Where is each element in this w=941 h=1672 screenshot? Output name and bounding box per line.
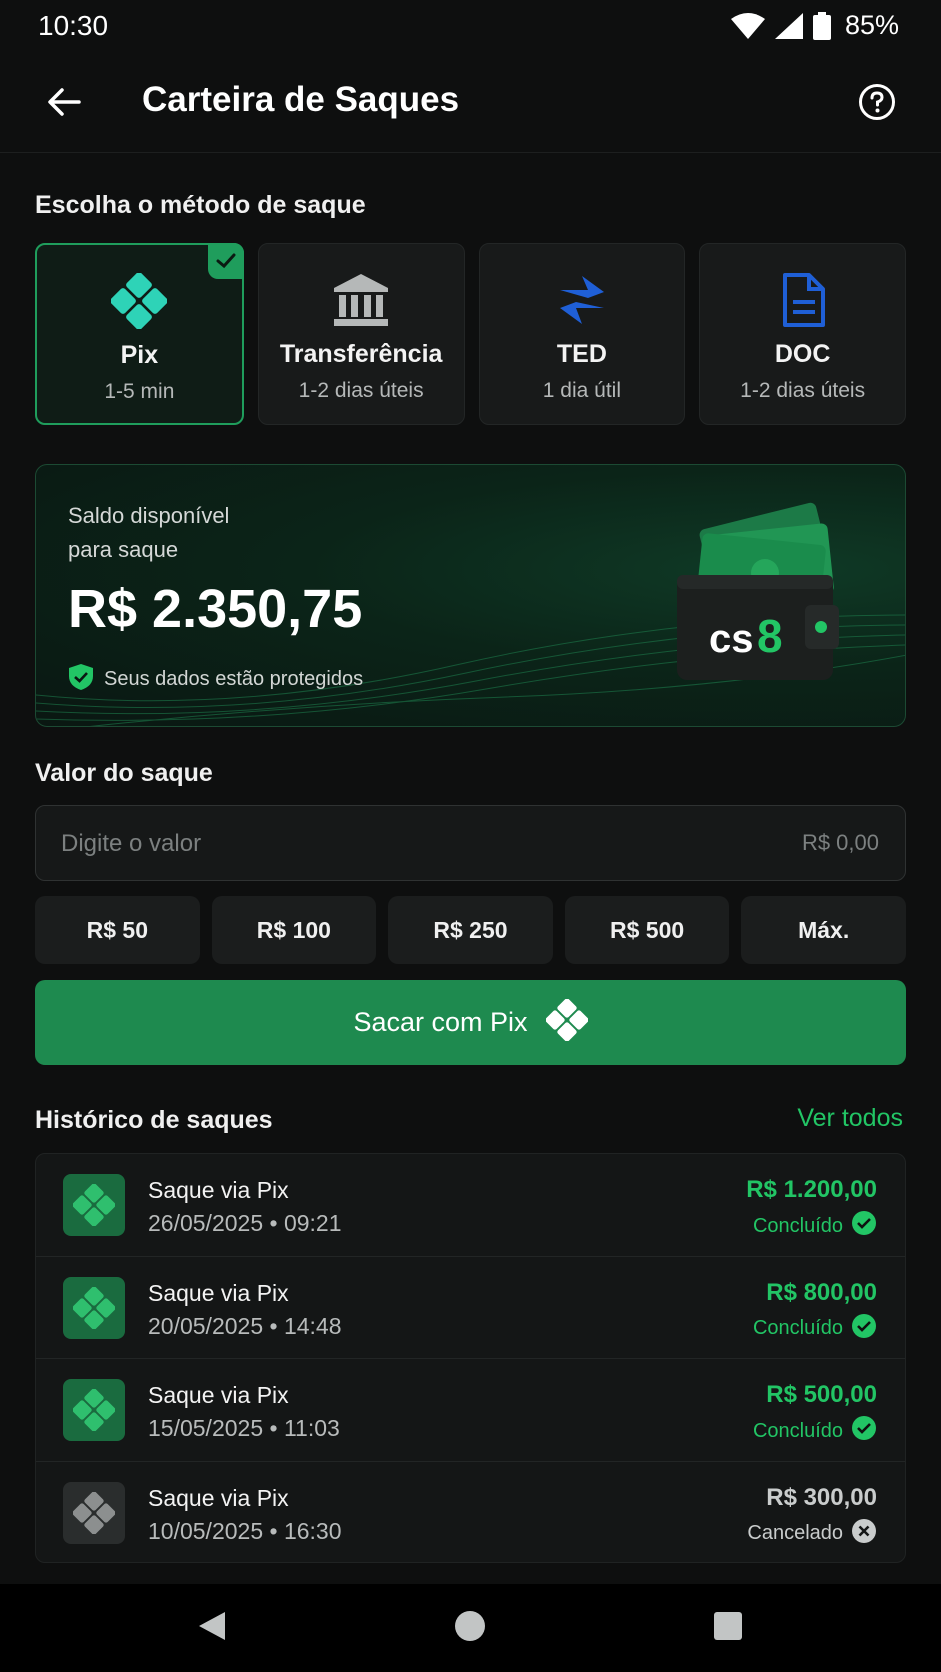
methods-section-title: Escolha o método de saque xyxy=(35,191,366,219)
balance-label-line2: para saque xyxy=(68,537,179,562)
balance-label: Saldo disponível para saque xyxy=(68,499,229,567)
row-amount: R$ 300,00 xyxy=(766,1483,877,1511)
selected-check-badge xyxy=(207,243,244,279)
system-nav-bar xyxy=(0,1584,941,1672)
history-row[interactable]: Saque via Pix 20/05/2025 • 14:48 R$ 800,… xyxy=(36,1257,905,1359)
pix-icon xyxy=(109,271,169,331)
method-time: 1-5 min xyxy=(104,380,175,403)
triangle-back-icon xyxy=(197,1610,227,1647)
security-note: Seus dados estão protegidos xyxy=(68,663,363,696)
history-list: Saque via Pix 26/05/2025 • 09:21 R$ 1.20… xyxy=(35,1153,906,1563)
row-title: Saque via Pix xyxy=(148,1484,289,1511)
check-circle-icon xyxy=(851,1313,877,1345)
wallet-logo-8: 8 xyxy=(757,610,783,662)
status-time: 10:30 xyxy=(38,10,109,41)
method-name: TED xyxy=(556,340,607,368)
quick-amount-250-button[interactable]: R$ 250 xyxy=(388,896,553,964)
pix-icon xyxy=(544,998,589,1046)
ted-icon xyxy=(552,270,612,330)
method-card-pix[interactable]: Pix 1-5 min xyxy=(35,243,244,425)
amount-section-title: Valor do saque xyxy=(35,759,213,787)
pix-icon xyxy=(63,1174,125,1236)
method-name: Transferência xyxy=(279,340,443,368)
app-header: Carteira de Saques xyxy=(0,54,941,153)
back-button[interactable] xyxy=(40,80,88,128)
method-time: 1 dia útil xyxy=(542,379,621,402)
row-amount: R$ 500,00 xyxy=(766,1381,877,1408)
status-text: Cancelado xyxy=(747,1522,843,1544)
row-amount: R$ 1.200,00 xyxy=(746,1176,877,1203)
method-card-ted[interactable]: TED 1 dia útil xyxy=(478,243,686,425)
pix-icon xyxy=(63,1379,125,1441)
wallet-logo-cs: cs xyxy=(709,617,754,661)
row-date: 26/05/2025 • 09:21 xyxy=(148,1210,342,1236)
document-icon xyxy=(773,270,833,330)
square-recents-icon xyxy=(713,1611,743,1646)
bank-icon xyxy=(331,270,391,330)
arrow-left-icon xyxy=(47,87,81,122)
row-title: Saque via Pix xyxy=(148,1279,289,1306)
status-text: Concluído xyxy=(752,1419,843,1442)
battery-icon xyxy=(812,11,831,40)
help-icon xyxy=(858,83,896,126)
row-amount: R$ 800,00 xyxy=(766,1278,877,1306)
pix-icon xyxy=(63,1276,125,1339)
method-name: Pix xyxy=(120,341,159,369)
shield-check-icon xyxy=(68,663,94,696)
quick-amount-max-button[interactable]: Máx. xyxy=(741,896,906,964)
row-title: Saque via Pix xyxy=(148,1382,289,1408)
nav-back-button[interactable] xyxy=(190,1606,234,1650)
method-time: 1-2 dias úteis xyxy=(740,379,866,402)
status-text: Concluído xyxy=(752,1317,843,1339)
see-all-link[interactable]: Ver todos xyxy=(797,1104,903,1133)
quick-amount-50-button[interactable]: R$ 50 xyxy=(35,896,200,964)
pix-icon xyxy=(63,1481,125,1544)
history-row[interactable]: Saque via Pix 15/05/2025 • 11:03 R$ 500,… xyxy=(36,1359,905,1462)
history-row[interactable]: Saque via Pix 10/05/2025 • 16:30 R$ 300,… xyxy=(36,1462,905,1563)
row-date: 20/05/2025 • 14:48 xyxy=(148,1312,342,1339)
security-text: Seus dados estão protegidos xyxy=(104,668,364,690)
wifi-icon xyxy=(730,12,765,39)
balance-label-line1: Saldo disponível xyxy=(68,503,230,528)
row-date: 15/05/2025 • 11:03 xyxy=(148,1415,340,1441)
page-title: Carteira de Saques xyxy=(142,80,460,119)
amount-currency-hint: R$ 0,00 xyxy=(801,830,879,855)
withdraw-button-label: Sacar com Pix xyxy=(353,1007,528,1037)
quick-amount-buttons: R$ 50 R$ 100 R$ 250 R$ 500 Máx. xyxy=(35,896,906,964)
status-badge: Concluído xyxy=(753,1415,877,1447)
quick-amount-100-button[interactable]: R$ 100 xyxy=(211,896,377,964)
x-circle-icon xyxy=(851,1518,877,1550)
quick-amount-500-button[interactable]: R$ 500 xyxy=(564,896,730,964)
method-card-doc[interactable]: DOC 1-2 dias úteis xyxy=(699,243,906,425)
row-date: 10/05/2025 • 16:30 xyxy=(148,1517,342,1544)
status-text: Concluído xyxy=(752,1214,843,1237)
check-circle-icon xyxy=(851,1415,877,1447)
signal-icon xyxy=(774,12,803,39)
status-badge: Concluído xyxy=(753,1210,877,1242)
withdraw-methods: Pix 1-5 min Transferência 1-2 dias úteis xyxy=(35,243,906,425)
help-button[interactable] xyxy=(853,80,901,128)
status-badge: Cancelado xyxy=(747,1518,877,1550)
amount-input[interactable]: Digite o valor R$ 0,00 xyxy=(35,805,906,881)
circle-home-icon xyxy=(454,1610,486,1647)
withdraw-button[interactable]: Sacar com Pix xyxy=(35,980,906,1065)
method-card-transferencia[interactable]: Transferência 1-2 dias úteis xyxy=(257,243,465,425)
amount-placeholder: Digite o valor xyxy=(61,830,202,857)
history-row[interactable]: Saque via Pix 26/05/2025 • 09:21 R$ 1.20… xyxy=(36,1154,905,1257)
row-title: Saque via Pix xyxy=(148,1177,289,1203)
balance-card: Saldo disponível para saque R$ 2.350,75 … xyxy=(35,464,906,727)
method-name: DOC xyxy=(774,340,831,368)
status-badge: Concluído xyxy=(753,1313,877,1345)
balance-value: R$ 2.350,75 xyxy=(68,579,363,639)
status-icons: 85% xyxy=(730,10,899,41)
method-time: 1-2 dias úteis xyxy=(298,379,424,402)
nav-recents-button[interactable] xyxy=(706,1606,750,1650)
battery-percent: 85% xyxy=(844,10,899,40)
nav-home-button[interactable] xyxy=(448,1606,492,1650)
check-circle-icon xyxy=(851,1210,877,1242)
history-section-title: Histórico de saques xyxy=(35,1106,273,1134)
status-bar: 10:30 85% xyxy=(0,0,941,54)
wallet-illustration: cs 8 xyxy=(675,495,855,700)
